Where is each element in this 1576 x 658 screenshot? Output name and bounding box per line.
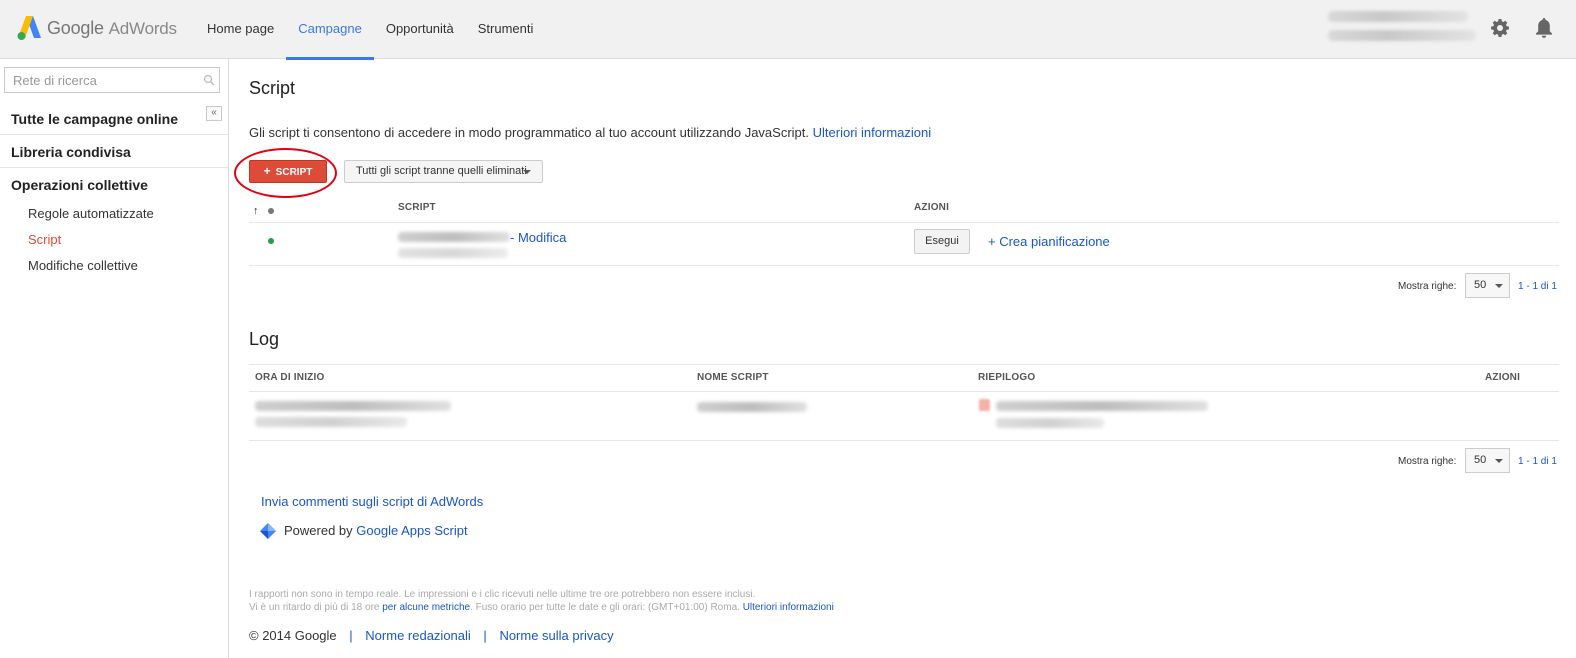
- column-header-log-actions: AZIONI: [1485, 372, 1521, 383]
- editorial-policy-link[interactable]: Norme redazionali: [365, 628, 471, 643]
- log-start-time-blurred: [255, 401, 451, 411]
- status-column-dot-icon[interactable]: [268, 208, 274, 214]
- status-enabled-icon: [268, 238, 274, 244]
- apps-script-icon: [260, 523, 276, 539]
- sidebar-item-script[interactable]: Script: [28, 232, 61, 247]
- description-text: Gli script ti consentono di accedere in …: [249, 125, 810, 140]
- log-changes-blurred: [996, 418, 1104, 428]
- top-nav: Home page Campagne Opportunità Strumenti: [195, 0, 546, 60]
- rows-label: Mostra righe:: [1398, 281, 1457, 292]
- column-header-script[interactable]: SCRIPT: [398, 202, 436, 213]
- logo-adwords: AdWords: [108, 18, 177, 38]
- privacy-policy-link[interactable]: Norme sulla privacy: [499, 628, 613, 643]
- sort-arrow-icon[interactable]: ↑: [253, 205, 259, 217]
- footer-separator: |: [483, 628, 487, 643]
- edit-script-link[interactable]: - Modifica: [510, 230, 566, 245]
- plus-icon: +: [263, 164, 271, 178]
- metrics-link[interactable]: per alcune metriche: [382, 602, 470, 613]
- gear-icon[interactable]: [1490, 18, 1510, 38]
- tab-strumenti[interactable]: Strumenti: [466, 0, 546, 59]
- error-icon: [979, 399, 990, 411]
- tab-campagne[interactable]: Campagne: [286, 0, 374, 60]
- table-divider: [249, 391, 1559, 392]
- sidebar-item-shared-library[interactable]: Libreria condivisa: [0, 144, 228, 160]
- more-info-link[interactable]: Ulteriori informazioni: [813, 125, 931, 140]
- sidebar-item-automated-rules[interactable]: Regole automatizzate: [28, 206, 154, 221]
- sidebar-item-bulk-edits[interactable]: Modifiche collettive: [28, 258, 138, 273]
- adwords-logo-icon: [17, 16, 41, 40]
- table-divider: [249, 440, 1559, 441]
- run-script-button[interactable]: Esegui: [914, 229, 970, 254]
- page-title: Script: [249, 78, 296, 98]
- log-rows-per-page-value: 50: [1474, 454, 1487, 466]
- account-name-blurred: [1328, 11, 1468, 22]
- bell-icon[interactable]: [1534, 17, 1554, 39]
- sidebar-divider: [0, 167, 228, 168]
- column-header-script-name[interactable]: NOME SCRIPT: [697, 372, 769, 383]
- table-divider: [249, 364, 1559, 365]
- copyright: © 2014 Google: [249, 628, 337, 643]
- tab-opportunita[interactable]: Opportunità: [374, 0, 466, 59]
- sidebar-item-all-campaigns[interactable]: Tutte le campagne online: [0, 111, 228, 127]
- account-email-blurred: [1328, 30, 1476, 41]
- script-filter-dropdown[interactable]: Tutti gli script tranne quelli eliminati: [344, 160, 543, 183]
- account-info[interactable]: [1328, 11, 1478, 49]
- create-schedule-link[interactable]: + Crea pianificazione: [988, 234, 1110, 249]
- chevron-down-icon: [523, 170, 531, 174]
- footnote-delay-text: Vi è un ritardo di più di 18 ore: [249, 602, 380, 613]
- search-icon[interactable]: [203, 74, 215, 86]
- footer: © 2014 Google | Norme redazionali | Norm…: [249, 628, 614, 643]
- apps-script-link[interactable]: Google Apps Script: [356, 523, 467, 538]
- chevron-down-icon: [1495, 284, 1503, 288]
- adwords-logo[interactable]: Google AdWords: [17, 15, 177, 41]
- log-rows-label: Mostra righe:: [1398, 456, 1457, 467]
- log-rows-per-page-select[interactable]: 50: [1465, 448, 1510, 473]
- sidebar-item-bulk-operations[interactable]: Operazioni collettive: [0, 177, 228, 193]
- feedback-link[interactable]: Invia commenti sugli script di AdWords: [261, 494, 483, 509]
- column-header-start-time[interactable]: ORA DI INIZIO: [255, 372, 324, 383]
- logo-google: Google: [47, 17, 104, 38]
- scripts-description: Gli script ti consentono di accedere in …: [249, 125, 931, 140]
- footnote-timezone-text: . Fuso orario per tutte le date e gli or…: [470, 602, 740, 613]
- table-divider: [249, 222, 1559, 223]
- footnote-line2: Vi è un ritardo di più di 18 ore per alc…: [249, 602, 834, 613]
- script-name-blurred: [398, 232, 510, 242]
- log-duration-blurred: [255, 417, 407, 427]
- table-divider: [249, 265, 1559, 266]
- footer-separator: |: [349, 628, 353, 643]
- log-summary-blurred: [996, 401, 1208, 411]
- log-script-name-blurred: [697, 402, 807, 412]
- new-script-button[interactable]: + SCRIPT: [249, 160, 327, 183]
- column-header-actions: AZIONI: [914, 202, 950, 213]
- sidebar: « Tutte le campagne online Libreria cond…: [0, 59, 229, 658]
- chevron-down-icon: [1495, 459, 1503, 463]
- sidebar-search: [4, 67, 220, 93]
- tab-home-page[interactable]: Home page: [195, 0, 286, 59]
- pagination-range: 1 - 1 di 1: [1518, 281, 1557, 292]
- powered-prefix: Powered by: [284, 523, 353, 538]
- new-script-label: SCRIPT: [275, 167, 313, 178]
- filter-label: Tutti gli script tranne quelli eliminati: [356, 165, 527, 177]
- script-author-blurred: [398, 248, 508, 258]
- top-bar: Google AdWords Home page Campagne Opport…: [0, 0, 1576, 60]
- sidebar-divider: [0, 134, 228, 135]
- rows-per-page-value: 50: [1474, 279, 1487, 291]
- search-input[interactable]: [5, 68, 195, 92]
- column-header-summary[interactable]: RIEPILOGO: [978, 372, 1035, 383]
- log-title: Log: [249, 329, 280, 349]
- powered-by: Powered by Google Apps Script: [284, 523, 468, 538]
- log-pagination-range: 1 - 1 di 1: [1518, 456, 1557, 467]
- rows-per-page-select[interactable]: 50: [1465, 273, 1510, 298]
- footnote-more-info-link[interactable]: Ulteriori informazioni: [743, 602, 834, 613]
- logo-text: Google AdWords: [47, 18, 177, 39]
- footnote-line1: I rapporti non sono in tempo reale. Le i…: [249, 589, 756, 600]
